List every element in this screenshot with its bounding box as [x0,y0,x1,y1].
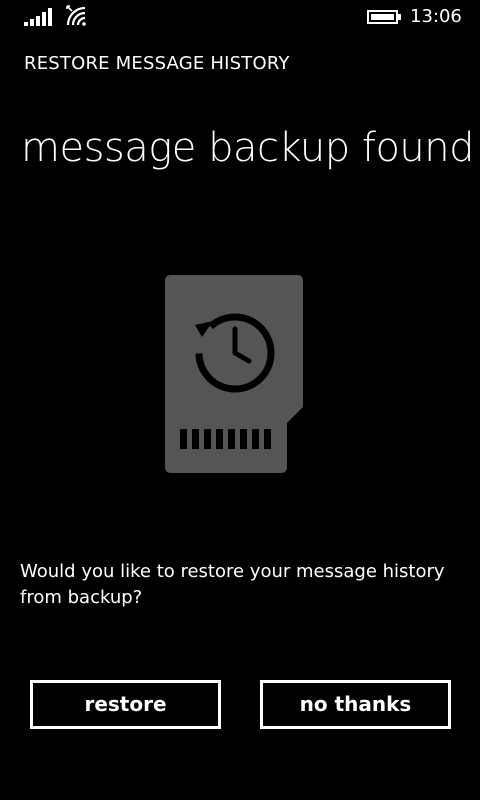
restore-prompt: Would you like to restore your message h… [20,561,445,608]
signal-strength-icon [24,8,52,26]
roaming-wifi-icon [66,5,86,26]
battery-icon [367,10,401,24]
no-thanks-button[interactable]: no thanks [260,680,451,729]
page-title: message backup found [21,125,475,171]
sd-card-history-icon [165,275,303,473]
clock: 13:06 [410,6,462,27]
status-bar: 13:06 [0,0,480,34]
app-title: RESTORE MESSAGE HISTORY [24,53,290,74]
restore-button[interactable]: restore [30,680,221,729]
